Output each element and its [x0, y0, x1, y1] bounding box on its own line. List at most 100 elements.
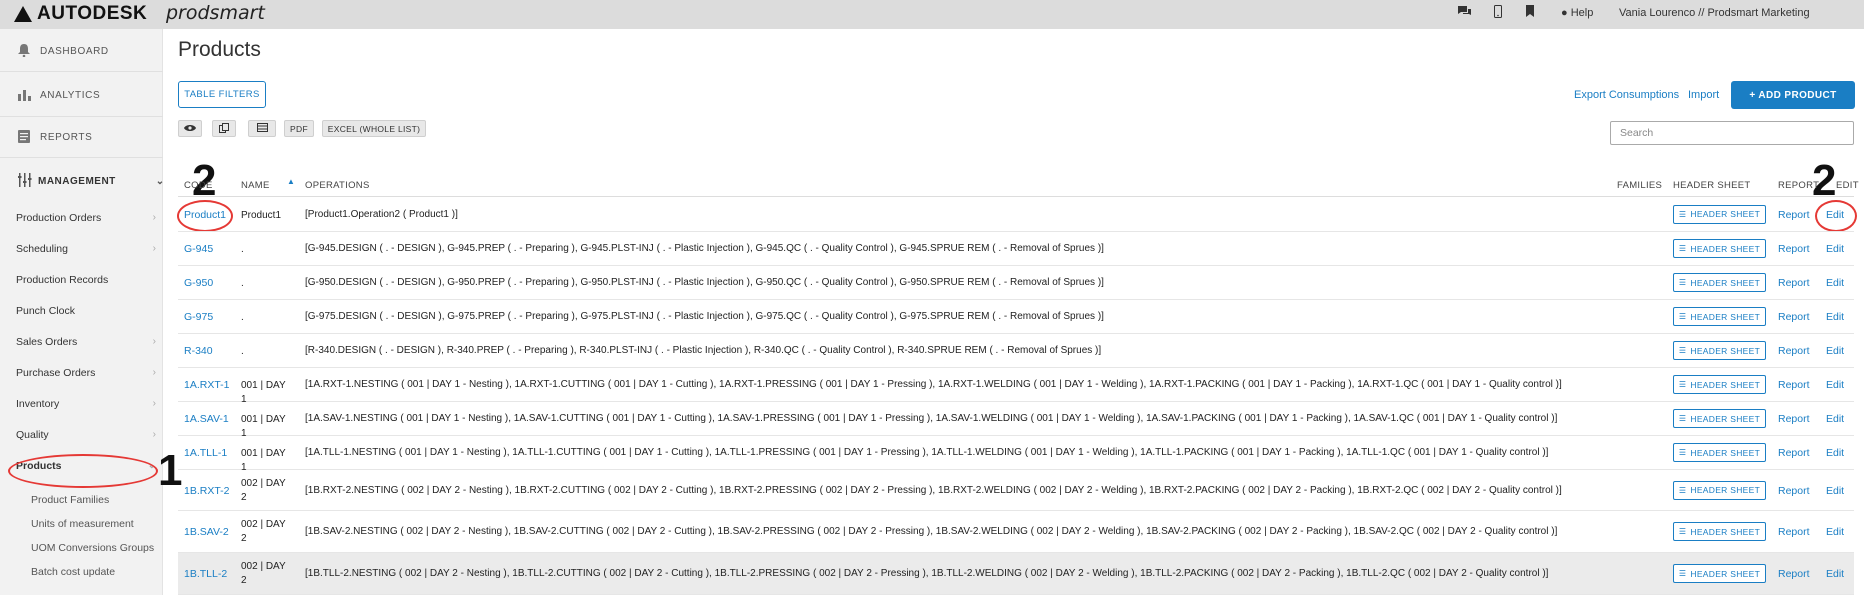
product-code-link[interactable]: 1B.TLL-2	[184, 568, 227, 580]
header-sheet-button[interactable]: ☰ HEADER SHEET	[1673, 480, 1766, 500]
sidebar-label: Sales Orders	[16, 336, 78, 348]
table-filters-button[interactable]: TABLE FILTERS	[178, 81, 266, 108]
sidebar-subitem-batch-cost-update[interactable]: Batch cost update	[31, 566, 115, 578]
list-icon: ☰	[1678, 244, 1687, 253]
product-code-link[interactable]: 1A.SAV-1	[184, 413, 229, 425]
header-sheet-button[interactable]: ☰ HEADER SHEET	[1673, 341, 1766, 360]
sidebar-item-production-records[interactable]: Production Records	[16, 274, 156, 286]
product-name: .	[241, 244, 244, 255]
autodesk-logo[interactable]: AUTODESK	[14, 3, 147, 25]
product-operations: [1B.TLL-2.NESTING ( 002 | DAY 2 - Nestin…	[305, 568, 1549, 579]
edit-link[interactable]: Edit	[1826, 568, 1844, 580]
column-header-families[interactable]: FAMILIES	[1617, 180, 1662, 191]
sidebar-item-inventory[interactable]: Inventory ›	[16, 398, 156, 410]
header-sheet-button[interactable]: ☰ HEADER SHEET	[1673, 409, 1766, 428]
chevron-right-icon: ›	[152, 336, 156, 347]
column-header-operations[interactable]: OPERATIONS	[305, 180, 370, 191]
eye-toggle-button[interactable]	[178, 120, 202, 137]
report-link[interactable]: Report	[1778, 277, 1810, 289]
help-link[interactable]: ● Help	[1561, 7, 1593, 19]
copy-button[interactable]	[212, 120, 236, 137]
header-sheet-button[interactable]: ☰ HEADER SHEET	[1673, 239, 1766, 258]
report-link[interactable]: Report	[1778, 209, 1810, 221]
edit-link[interactable]: Edit	[1826, 526, 1844, 538]
edit-link[interactable]: Edit	[1826, 485, 1844, 497]
edit-link[interactable]: Edit	[1826, 277, 1844, 289]
product-code-link[interactable]: G-945	[184, 243, 213, 255]
sidebar-subitem-uom-conversions-groups[interactable]: UOM Conversions Groups	[31, 542, 154, 554]
report-link[interactable]: Report	[1778, 526, 1810, 538]
column-header-header-sheet: HEADER SHEET	[1673, 180, 1751, 191]
report-link[interactable]: Report	[1778, 379, 1810, 391]
bar-chart-icon	[18, 88, 32, 102]
report-link[interactable]: Report	[1778, 485, 1810, 497]
header-sheet-button[interactable]: ☰ HEADER SHEET	[1673, 375, 1766, 394]
sidebar-item-purchase-orders[interactable]: Purchase Orders ›	[16, 367, 156, 379]
header-sheet-button[interactable]: ☰ HEADER SHEET	[1673, 204, 1766, 224]
product-operations: [G-950.DESIGN ( . - DESIGN ), G-950.PREP…	[305, 277, 1104, 288]
search-input[interactable]: Search	[1610, 121, 1854, 145]
sidebar-label: ANALYTICS	[40, 89, 101, 101]
chat-icon[interactable]	[1457, 5, 1472, 21]
edit-link[interactable]: Edit	[1826, 379, 1844, 391]
product-code-link[interactable]: R-340	[184, 345, 213, 357]
mobile-icon[interactable]	[1494, 5, 1502, 21]
product-operations: [1B.RXT-2.NESTING ( 002 | DAY 2 - Nestin…	[305, 484, 1562, 496]
report-link[interactable]: Report	[1778, 413, 1810, 425]
edit-link[interactable]: Edit	[1826, 447, 1844, 459]
product-code-link[interactable]: G-950	[184, 277, 213, 289]
sidebar-item-production-orders[interactable]: Production Orders ›	[16, 212, 156, 224]
product-code-link[interactable]: G-975	[184, 311, 213, 323]
product-operations: [1A.SAV-1.NESTING ( 001 | DAY 1 - Nestin…	[305, 413, 1558, 424]
columns-button[interactable]	[248, 120, 276, 137]
import-link[interactable]: Import	[1688, 89, 1719, 101]
sidebar-section-management[interactable]: MANAGEMENT ⌄	[18, 173, 165, 190]
list-icon: ☰	[1678, 346, 1687, 355]
column-header-name[interactable]: NAME	[241, 180, 270, 191]
column-header-code[interactable]: CODE	[184, 180, 213, 191]
pdf-button[interactable]: PDF	[284, 120, 314, 137]
sidebar-item-dashboard[interactable]: DASHBOARD	[18, 44, 109, 58]
report-link[interactable]: Report	[1778, 243, 1810, 255]
add-product-button[interactable]: + ADD PRODUCT	[1731, 81, 1855, 109]
header-sheet-button[interactable]: ☰ HEADER SHEET	[1673, 522, 1766, 541]
sidebar-item-punch-clock[interactable]: Punch Clock	[16, 305, 156, 317]
sidebar-item-analytics[interactable]: ANALYTICS	[18, 88, 100, 102]
product-code-link[interactable]: Product1	[184, 209, 226, 221]
table-row: 1B.SAV-2 002 | DAY 2 [1B.SAV-2.NESTING ( 0…	[178, 511, 1854, 553]
excel-whole-list-button[interactable]: EXCEL (WHOLE LIST)	[322, 120, 426, 137]
edit-link[interactable]: Edit	[1826, 209, 1844, 221]
header-sheet-button[interactable]: ☰ HEADER SHEET	[1673, 307, 1766, 326]
product-code-link[interactable]: 1A.RXT-1	[184, 379, 230, 391]
edit-link[interactable]: Edit	[1826, 345, 1844, 357]
sidebar-item-quality[interactable]: Quality ›	[16, 429, 156, 441]
sidebar-subitem-product-families[interactable]: Product Families	[31, 494, 109, 506]
header-sheet-button[interactable]: ☰ HEADER SHEET	[1673, 564, 1766, 583]
header-label: EDIT	[1836, 180, 1859, 191]
report-link[interactable]: Report	[1778, 447, 1810, 459]
sidebar-item-scheduling[interactable]: Scheduling ›	[16, 243, 156, 255]
product-code-link[interactable]: 1A.TLL-1	[184, 447, 227, 459]
export-consumptions-link[interactable]: Export Consumptions	[1574, 89, 1679, 101]
report-link[interactable]: Report	[1778, 568, 1810, 580]
sidebar-item-sales-orders[interactable]: Sales Orders ›	[16, 336, 156, 348]
sidebar-label: Production Orders	[16, 212, 102, 224]
header-label: FAMILIES	[1617, 180, 1663, 191]
header-sheet-label: HEADER SHEET	[1690, 485, 1761, 495]
sidebar-subitem-units-of-measurement[interactable]: Units of measurement	[31, 518, 134, 530]
header-label: HEADER SHEET	[1673, 180, 1751, 191]
sidebar-item-reports[interactable]: REPORTS	[18, 130, 92, 144]
report-link[interactable]: Report	[1778, 345, 1810, 357]
header-label: OPERATIONS	[305, 180, 370, 191]
edit-link[interactable]: Edit	[1826, 243, 1844, 255]
edit-link[interactable]: Edit	[1826, 311, 1844, 323]
report-link[interactable]: Report	[1778, 311, 1810, 323]
product-name[interactable]: prodsmart	[166, 2, 265, 24]
user-account-label[interactable]: Vania Lourenco // Prodsmart Marketing	[1619, 7, 1810, 19]
product-code-link[interactable]: 1B.SAV-2	[184, 526, 229, 538]
product-code-link[interactable]: 1B.RXT-2	[184, 485, 230, 497]
bookmark-icon[interactable]	[1526, 5, 1534, 20]
edit-link[interactable]: Edit	[1826, 413, 1844, 425]
header-sheet-button[interactable]: ☰ HEADER SHEET	[1673, 443, 1766, 462]
header-sheet-button[interactable]: ☰ HEADER SHEET	[1673, 273, 1766, 292]
